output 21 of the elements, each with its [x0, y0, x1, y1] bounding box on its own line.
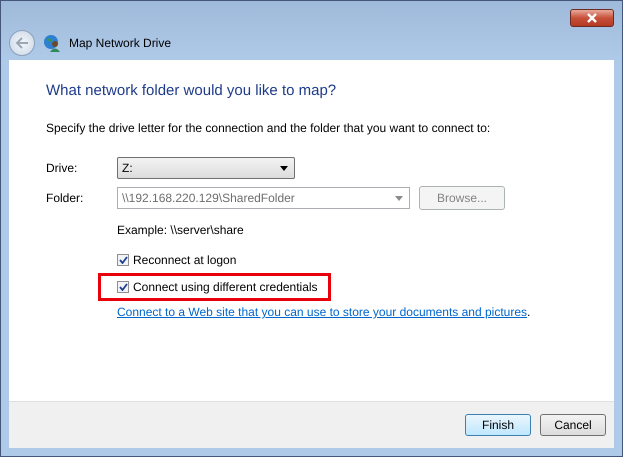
web-site-link[interactable]: Connect to a Web site that you can use to store your documents and pictures	[117, 305, 528, 319]
back-arrow-icon	[15, 37, 29, 49]
window-title: Map Network Drive	[69, 36, 172, 50]
page-heading: What network folder would you like to map?	[46, 82, 338, 99]
example-text: Example: \\server\share	[117, 223, 245, 237]
dropdown-arrow-icon	[280, 166, 288, 170]
finish-button[interactable]: Finish	[465, 414, 531, 436]
close-icon	[586, 13, 598, 23]
dropdown-arrow-icon	[395, 196, 403, 200]
drive-label: Drive:	[46, 161, 78, 175]
period-text: .	[527, 305, 530, 319]
checkbox[interactable]	[117, 254, 129, 266]
instruction-text: Specify the drive letter for the connection and the folder that you want to connect to:	[46, 121, 492, 135]
checkbox-label: Reconnect at logon	[133, 253, 236, 267]
close-button[interactable]	[570, 9, 614, 27]
folder-label: Folder:	[46, 191, 84, 205]
cancel-button[interactable]: Cancel	[540, 414, 606, 436]
drive-dropdown[interactable]: Z:	[117, 157, 295, 179]
checkbox-label: Connect using different credentials	[133, 280, 318, 294]
globe-user-icon	[43, 34, 61, 52]
checkbox[interactable]	[117, 281, 129, 293]
